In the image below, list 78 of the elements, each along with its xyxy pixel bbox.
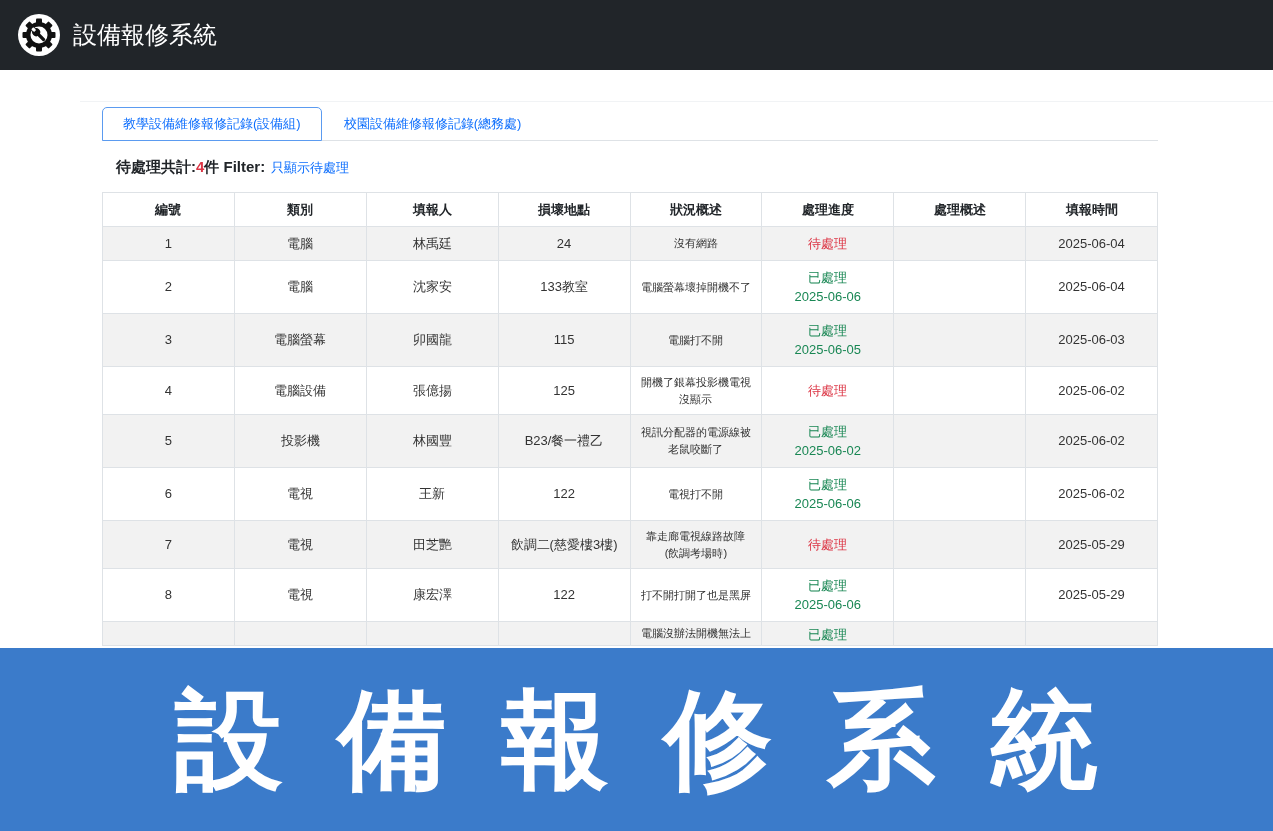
table-cell: 林國豐 bbox=[366, 414, 499, 468]
table-cell: 沒有網路 bbox=[630, 226, 762, 261]
table-cell: 2025-06-02 bbox=[1025, 467, 1158, 521]
column-header: 填報時間 bbox=[1025, 192, 1158, 227]
status-label: 待處理 bbox=[807, 234, 849, 253]
gear-wrench-icon bbox=[18, 14, 60, 56]
status-label: 已處理 bbox=[807, 321, 849, 340]
table-cell: 5 bbox=[102, 414, 235, 468]
table-cell: 電腦螢幕壞掉開機不了 bbox=[630, 260, 762, 314]
column-header: 編號 bbox=[102, 192, 235, 227]
status-label: 已處理 bbox=[807, 268, 849, 287]
table-cell: 林禹廷 bbox=[366, 226, 499, 261]
table-cell: 打不開打開了也是黑屏 bbox=[630, 568, 762, 622]
table-cell: 電腦螢幕 bbox=[234, 313, 367, 367]
table-cell: 田芝艷 bbox=[366, 520, 499, 569]
table-cell: 8 bbox=[102, 568, 235, 622]
pending-count-summary: 待處理共計:4件 Filter: bbox=[116, 157, 266, 177]
table-cell: 張億揚 bbox=[366, 366, 499, 415]
table-cell: 電視 bbox=[234, 520, 367, 569]
table-cell: 3 bbox=[102, 313, 235, 367]
table-cell: 2025-05-29 bbox=[1025, 520, 1158, 569]
table-cell: 24 bbox=[498, 226, 630, 261]
banner-title: 設備報修系統 bbox=[173, 677, 1153, 802]
processed-date: 2025-06-05 bbox=[793, 341, 863, 359]
processed-date: 2025-06-02 bbox=[793, 442, 863, 460]
column-header: 類別 bbox=[234, 192, 367, 227]
table-cell: B23/餐一禮乙 bbox=[498, 414, 630, 468]
table-cell: 122 bbox=[498, 568, 630, 622]
table-cell: 2025-06-03 bbox=[1025, 313, 1158, 367]
table-cell: 康宏澤 bbox=[366, 568, 499, 622]
column-header: 狀況概述 bbox=[630, 192, 762, 227]
status-label: 已處理 bbox=[807, 626, 849, 644]
processed-date: 2025-06-06 bbox=[793, 495, 863, 513]
table-cell: 115 bbox=[498, 313, 630, 367]
status-label: 待處理 bbox=[807, 535, 849, 554]
status-label: 已處理 bbox=[807, 576, 849, 595]
app-title: 設備報修系統 bbox=[73, 20, 217, 50]
table-cell: 6 bbox=[102, 467, 235, 521]
table-cell: 2025-05-29 bbox=[1025, 568, 1158, 622]
table-cell: 2025-06-04 bbox=[1025, 226, 1158, 261]
table-cell: 靠走廊電視線路故障(飲調考場時) bbox=[630, 520, 762, 569]
table-cell: 電腦打不開 bbox=[630, 313, 762, 367]
tab[interactable]: 教學設備維修報修記錄(設備組) bbox=[102, 107, 322, 141]
table-cell: 133教室 bbox=[498, 260, 630, 314]
column-header: 損壞地點 bbox=[498, 192, 630, 227]
table-cell: 2025-06-02 bbox=[1025, 414, 1158, 468]
table-cell: 7 bbox=[102, 520, 235, 569]
table-cell: 2025-06-02 bbox=[1025, 366, 1158, 415]
table-cell: 4 bbox=[102, 366, 235, 415]
table-cell: 王新 bbox=[366, 467, 499, 521]
table-cell: 沈家安 bbox=[366, 260, 499, 314]
table-cell: 投影機 bbox=[234, 414, 367, 468]
table-cell: 飲調二(慈愛樓3樓) bbox=[498, 520, 630, 569]
column-header: 處理進度 bbox=[761, 192, 894, 227]
filter-link[interactable]: 只顯示待處理 bbox=[271, 158, 350, 178]
table-cell: 電視 bbox=[234, 568, 367, 622]
table-cell: 電腦 bbox=[234, 260, 367, 314]
table-cell: 2 bbox=[102, 260, 235, 314]
table-cell: 1 bbox=[102, 226, 235, 261]
table-cell: 122 bbox=[498, 467, 630, 521]
processed-date: 2025-06-06 bbox=[793, 288, 863, 306]
table-cell: 125 bbox=[498, 366, 630, 415]
table-cell: 卯國龍 bbox=[366, 313, 499, 367]
status-label: 已處理 bbox=[807, 475, 849, 494]
status-label: 待處理 bbox=[807, 381, 849, 400]
table-cell: 視訊分配器的電源線被老鼠咬斷了 bbox=[630, 414, 762, 468]
column-header: 填報人 bbox=[366, 192, 499, 227]
processed-date: 2025-06-06 bbox=[793, 596, 863, 614]
tab[interactable]: 校園設備維修報修記錄(總務處) bbox=[322, 107, 543, 141]
table-cell: 電腦 bbox=[234, 226, 367, 261]
table-cell: 2025-06-04 bbox=[1025, 260, 1158, 314]
table-cell: 電腦沒辦法開機無法上 bbox=[630, 621, 762, 645]
table-cell: 電視 bbox=[234, 467, 367, 521]
table-cell: 電腦設備 bbox=[234, 366, 367, 415]
table-cell: 開機了銀幕投影機電視沒顯示 bbox=[630, 366, 762, 415]
table-cell: 電視打不開 bbox=[630, 467, 762, 521]
column-header: 處理概述 bbox=[893, 192, 1026, 227]
status-label: 已處理 bbox=[807, 422, 849, 441]
